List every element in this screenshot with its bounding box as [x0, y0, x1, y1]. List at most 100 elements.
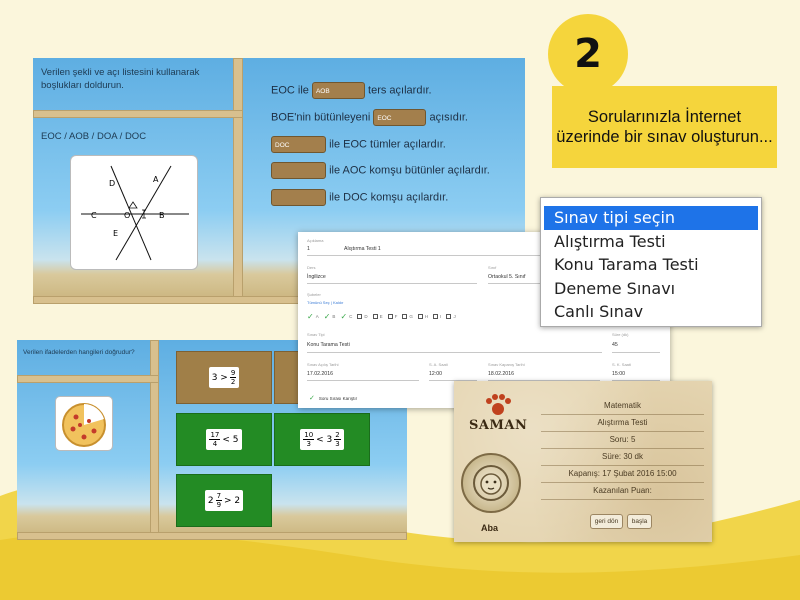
dropdown-option-mock-exam[interactable]: Deneme Sınavı	[541, 277, 761, 301]
expr-part: < 3	[316, 434, 333, 445]
activity-instruction: Verilen şekli ve açı listesini kullanara…	[41, 67, 200, 91]
fraction-expression: 17 4 < 5	[206, 429, 242, 450]
avatar[interactable]	[461, 453, 521, 513]
fill-line-1: EOC ile AOB ters açılardır.	[271, 82, 432, 99]
answer-tile[interactable]: 10 3 < 3 23	[274, 413, 370, 466]
section-label: C	[349, 314, 353, 319]
section-label: E	[379, 314, 383, 319]
open-time-field[interactable]: 12:00	[429, 371, 442, 377]
form-label: Süre (dk)	[612, 332, 629, 337]
back-button[interactable]: geri dön	[590, 514, 623, 529]
close-date-field[interactable]: 18.02.2016	[488, 371, 514, 377]
denominator: 4	[212, 440, 218, 448]
activity-instruction: Verilen ifadelerden hangileri doğrudur?	[23, 349, 135, 356]
answer-blank[interactable]: DOC	[271, 136, 326, 153]
start-button[interactable]: başla	[627, 514, 652, 529]
numerator: 2	[334, 431, 341, 440]
numerator: 17	[209, 431, 221, 440]
shuffle-label: Soru Sırası Karıştır	[318, 395, 358, 401]
angle-figure: D A C O B E	[70, 155, 198, 270]
figure-label-b: B	[159, 211, 165, 220]
answer-blank[interactable]: AOB	[311, 82, 365, 99]
step-headline: Sorularınızla İnternet üzerinde bir sına…	[552, 86, 777, 168]
form-label: Sınav Kapanış Tarihi	[488, 362, 525, 367]
line-text: ile EOC tümler açılardır.	[329, 138, 446, 151]
figure-label-d: D	[109, 179, 115, 188]
form-label: Sınav Açılış Tarihi	[307, 362, 339, 367]
checkmark-icon: ✓	[307, 312, 314, 321]
fraction: 10 3	[303, 431, 315, 448]
section-checkbox-i[interactable]: I	[433, 312, 441, 321]
question-count: Soru: 5	[609, 435, 636, 444]
answer-blank[interactable]	[271, 162, 326, 179]
divider	[541, 499, 704, 500]
section-checkbox-h[interactable]: H	[417, 312, 429, 321]
pizza-image	[55, 396, 113, 451]
expr-part: 2	[207, 495, 214, 506]
section-checkbox-b[interactable]: ✓ B	[324, 312, 336, 321]
section-checkbox-a[interactable]: ✓ A	[307, 312, 319, 321]
exam-deadline: Kapanış: 17 Şubat 2016 15:00	[568, 469, 677, 478]
dropdown-option-placeholder[interactable]: Sınav tipi seçin	[544, 206, 758, 230]
form-label: Şubeler	[307, 292, 321, 297]
form-label: S. K. Saati	[612, 362, 631, 367]
paw-logo-icon	[486, 394, 511, 415]
section-checkbox-j[interactable]: J	[446, 312, 456, 321]
frame-beam	[233, 58, 243, 304]
numerator: 10	[303, 431, 315, 440]
duration-field[interactable]: 45	[612, 342, 618, 348]
step-number-badge: 2	[548, 14, 628, 94]
exam-subject: Matematik	[604, 401, 641, 410]
answer-blank[interactable]: EOC	[373, 109, 427, 126]
answer-tile[interactable]: 17 4 < 5	[176, 413, 272, 466]
user-name: Aba	[481, 523, 499, 533]
fraction-expression: 3 > 92	[208, 367, 240, 388]
grade-field[interactable]: Ortaokul 5. Sınıf	[488, 274, 525, 280]
shuffle-option[interactable]: ✓ Soru Sırası Karıştır	[309, 394, 357, 402]
exam-type-field[interactable]: Konu Tarama Testi	[307, 342, 350, 348]
subject-field[interactable]: İngilizce	[307, 274, 326, 280]
fraction: 23	[334, 431, 341, 448]
fraction-expression: 10 3 < 3 23	[300, 429, 344, 450]
checkbox-icon	[417, 314, 423, 319]
expr-part: > 2	[224, 495, 241, 506]
checkbox-icon	[433, 314, 439, 319]
divider	[541, 448, 704, 449]
field-underline	[612, 352, 660, 353]
pizza-icon	[62, 403, 106, 447]
section-checkbox-g[interactable]: G	[402, 312, 413, 321]
form-value[interactable]: 1	[307, 246, 310, 252]
section-label: F	[394, 314, 398, 319]
section-label: H	[424, 314, 429, 319]
frame-beam	[17, 375, 159, 383]
exam-type-dropdown[interactable]: Sınav tipi seçin Alıştırma Testi Konu Ta…	[540, 197, 762, 327]
section-label: D	[364, 314, 368, 319]
dropdown-option-topic-test[interactable]: Konu Tarama Testi	[541, 253, 761, 277]
exam-name-field[interactable]: Alıştırma Testi 1	[344, 246, 381, 252]
section-checkbox-d[interactable]: D	[357, 312, 368, 321]
form-label: Sınıf	[488, 265, 497, 270]
answer-tile[interactable]: 2 79 > 2	[176, 474, 272, 527]
figure-label-a: A	[153, 175, 159, 184]
frame-beam	[17, 532, 407, 540]
close-time-field[interactable]: 15:00	[612, 371, 625, 377]
open-date-field[interactable]: 17.02.2016	[307, 371, 333, 377]
denominator: 3	[306, 440, 311, 448]
brand-logo: SAMAN	[469, 418, 528, 433]
checkbox-icon	[357, 314, 363, 319]
dropdown-option-practice-test[interactable]: Alıştırma Testi	[541, 230, 761, 254]
line-text: BOE'nin bütünleyeni	[271, 111, 371, 124]
section-label: I	[440, 314, 442, 319]
fraction: 17 4	[209, 431, 221, 448]
figure-label-e: E	[113, 229, 118, 238]
section-label: J	[453, 314, 456, 319]
line-text: ile DOC komşu açılardır.	[329, 191, 449, 204]
line-text: EOC ile	[271, 84, 309, 97]
section-checkbox-f[interactable]: F	[387, 312, 398, 321]
section-checkbox-c[interactable]: ✓ C	[340, 312, 352, 321]
section-checkbox-e[interactable]: E	[372, 312, 383, 321]
answer-tile[interactable]: 3 > 92	[176, 351, 272, 404]
select-all-link[interactable]: Tümünü Seç | Kaldır	[307, 300, 343, 305]
answer-blank[interactable]	[271, 189, 326, 206]
dropdown-option-live-exam[interactable]: Canlı Sınav	[541, 300, 761, 324]
